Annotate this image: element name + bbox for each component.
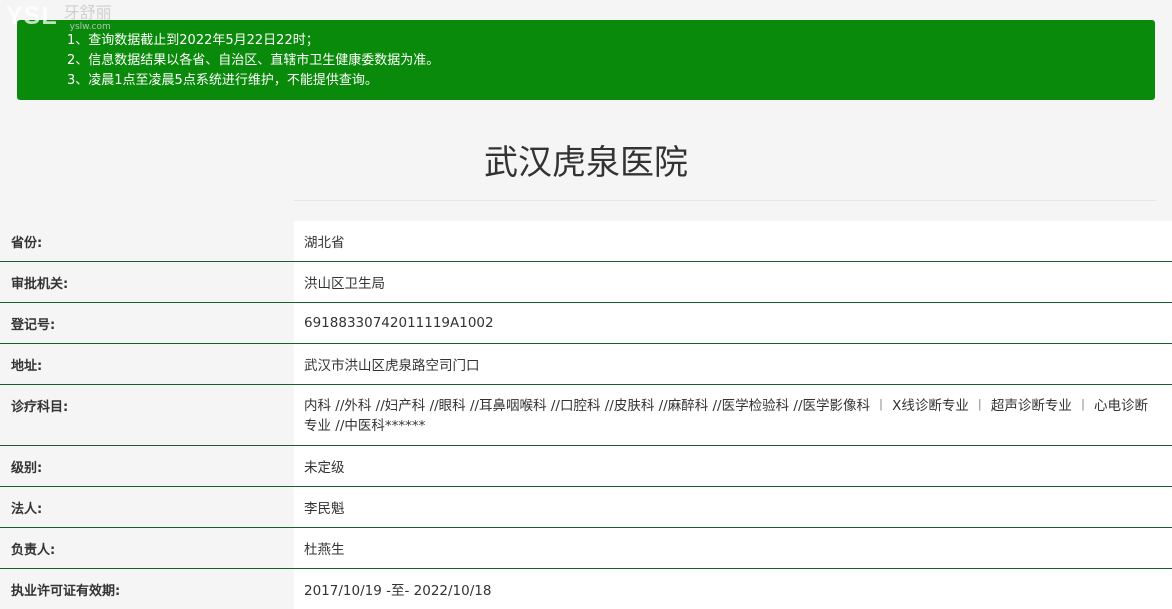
info-label-level: 级别: xyxy=(0,446,294,486)
info-value-registration-number: 69188330742011119A1002 xyxy=(294,303,1172,343)
info-row-approval-authority: 审批机关: 洪山区卫生局 xyxy=(0,262,1172,303)
info-value-level: 未定级 xyxy=(294,446,1172,486)
info-label-address: 地址: xyxy=(0,344,294,384)
notice-line-3: 3、凌晨1点至凌晨5点系统进行维护，不能提供查询。 xyxy=(67,73,378,88)
info-label-registration-number: 登记号: xyxy=(0,303,294,343)
info-label-province: 省份: xyxy=(0,221,294,261)
info-row-license-validity: 执业许可证有效期: 2017/10/19 -至- 2022/10/18 xyxy=(0,569,1172,609)
watermark-url: yslw.com xyxy=(69,22,111,32)
info-value-province: 湖北省 xyxy=(294,221,1172,261)
info-label-legal-person: 法人: xyxy=(0,487,294,527)
info-value-departments: 内科 //外科 //妇产科 //眼科 //耳鼻咽喉科 //口腔科 //皮肤科 /… xyxy=(294,385,1172,445)
info-label-approval-authority: 审批机关: xyxy=(0,262,294,302)
info-value-address: 武汉市洪山区虎泉路空司门口 xyxy=(294,344,1172,384)
info-row-legal-person: 法人: 李民魁 xyxy=(0,487,1172,528)
info-value-responsible-person: 杜燕生 xyxy=(294,528,1172,568)
notice-line-2: 2、信息数据结果以各省、自治区、直辖市卫生健康委数据为准。 xyxy=(67,53,440,68)
info-row-departments: 诊疗科目: 内科 //外科 //妇产科 //眼科 //耳鼻咽喉科 //口腔科 /… xyxy=(0,385,1172,446)
info-row-address: 地址: 武汉市洪山区虎泉路空司门口 xyxy=(0,344,1172,385)
info-row-province: 省份: 湖北省 xyxy=(0,221,1172,262)
watermark-text-group: 牙舒丽 yslw.com xyxy=(64,2,112,32)
watermark-chinese: 牙舒丽 xyxy=(63,3,112,22)
notice-line-1: 1、查询数据截止到2022年5月22日22时； xyxy=(67,33,319,48)
notice-banner: 1、查询数据截止到2022年5月22日22时； 2、信息数据结果以各省、自治区、… xyxy=(17,20,1155,100)
info-value-approval-authority: 洪山区卫生局 xyxy=(294,262,1172,302)
info-value-legal-person: 李民魁 xyxy=(294,487,1172,527)
hospital-name-title: 武汉虎泉医院 xyxy=(484,143,688,183)
watermark-logo: YSL xyxy=(6,2,58,30)
hospital-info-table: 省份: 湖北省 审批机关: 洪山区卫生局 登记号: 69188330742011… xyxy=(0,221,1172,609)
info-label-departments: 诊疗科目: xyxy=(0,385,294,445)
info-row-registration-number: 登记号: 69188330742011119A1002 xyxy=(0,303,1172,344)
info-row-level: 级别: 未定级 xyxy=(0,446,1172,487)
title-divider xyxy=(294,200,1156,201)
info-row-responsible-person: 负责人: 杜燕生 xyxy=(0,528,1172,569)
info-value-license-validity: 2017/10/19 -至- 2022/10/18 xyxy=(294,569,1172,609)
info-label-responsible-person: 负责人: xyxy=(0,528,294,568)
info-label-license-validity: 执业许可证有效期: xyxy=(0,569,294,609)
watermark: YSL 牙舒丽 yslw.com xyxy=(6,2,112,34)
